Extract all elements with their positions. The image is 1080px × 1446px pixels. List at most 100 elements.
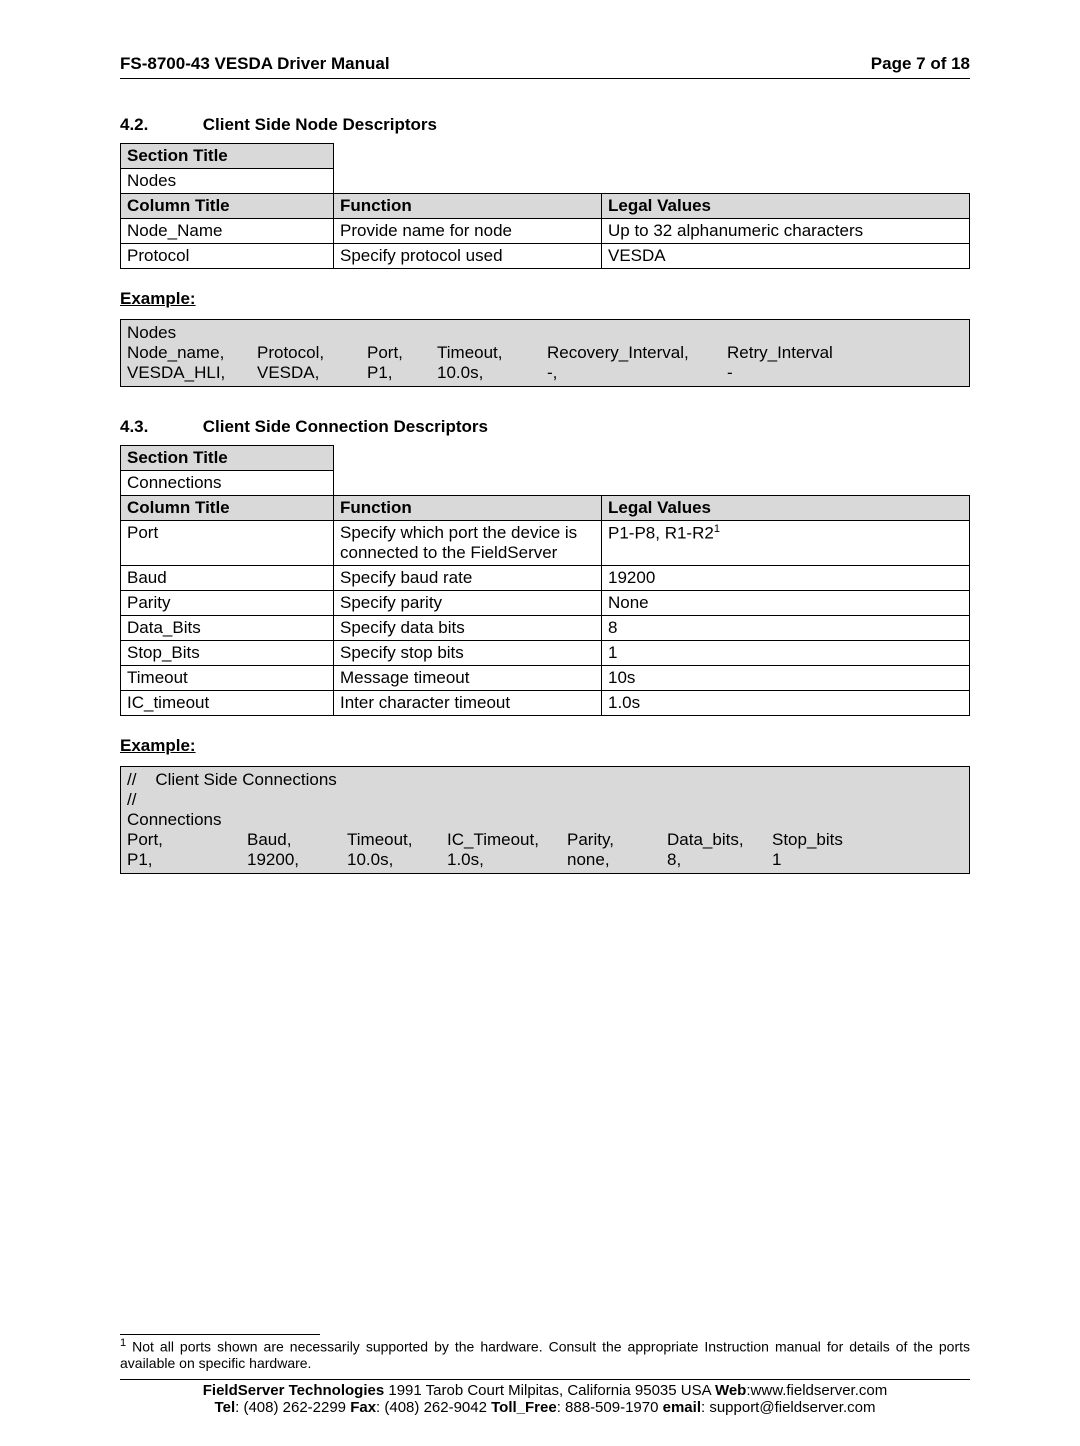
col-header-column: Column Title (121, 496, 334, 521)
example-col: Node_name, VESDA_HLI, (127, 343, 257, 383)
example-col: Protocol, VESDA, (257, 343, 367, 383)
example-label: Example: (120, 289, 970, 309)
footnote-text: Not all ports shown are necessarily supp… (120, 1339, 970, 1371)
cell-column: Stop_Bits (121, 641, 334, 666)
example-col: Retry_Interval - (727, 343, 847, 383)
example-pre: // Client Side Connections // Connection… (127, 770, 963, 830)
col-header-function: Function (334, 194, 602, 219)
cell-column: Timeout (121, 666, 334, 691)
example-col: Timeout, 10.0s, (347, 830, 447, 870)
table-row: Data_BitsSpecify data bits8 (121, 616, 970, 641)
footer-separator (120, 1379, 970, 1380)
example-columns: Node_name, VESDA_HLI,Protocol, VESDA,Por… (127, 343, 963, 383)
cell-column: Baud (121, 566, 334, 591)
blank-cell (334, 144, 970, 169)
example-columns: Port, P1,Baud, 19200,Timeout, 10.0s,IC_T… (127, 830, 963, 870)
cell-legal: 1.0s (602, 691, 970, 716)
section-4-2-heading: 4.2. Client Side Node Descriptors (120, 115, 970, 135)
table-row: Protocol Specify protocol used VESDA (121, 244, 970, 269)
footer-line-2: Tel: (408) 262-2299 Fax: (408) 262-9042 … (120, 1399, 970, 1416)
cell-function: Message timeout (334, 666, 602, 691)
cell-column: Data_Bits (121, 616, 334, 641)
table-row: Stop_BitsSpecify stop bits1 (121, 641, 970, 666)
header-right: Page 7 of 18 (871, 54, 970, 74)
table-row: ParitySpecify parityNone (121, 591, 970, 616)
page-header: FS-8700-43 VESDA Driver Manual Page 7 of… (120, 54, 970, 79)
cell-function: Provide name for node (334, 219, 602, 244)
footer-email-label: email (663, 1399, 701, 1416)
example-col: Port, P1, (367, 343, 437, 383)
cell-column: Node_Name (121, 219, 334, 244)
table-row: PortSpecify which port the device is con… (121, 521, 970, 566)
cell-legal: 1 (602, 641, 970, 666)
example-label: Example: (120, 736, 970, 756)
page-footer: FieldServer Technologies 1991 Tarob Cour… (120, 1382, 970, 1416)
section-title-value: Nodes (121, 169, 334, 194)
cell-legal: 8 (602, 616, 970, 641)
cell-legal: 19200 (602, 566, 970, 591)
footer-tollfree-label: Toll_Free (491, 1399, 557, 1416)
footer-fax: : (408) 262-9042 (376, 1399, 491, 1416)
cell-legal: P1-P8, R1-R21 (602, 521, 970, 566)
example-col: Recovery_Interval, -, (547, 343, 727, 383)
footnote: 1 Not all ports shown are necessarily su… (120, 1337, 970, 1371)
cell-column: Parity (121, 591, 334, 616)
cell-legal: None (602, 591, 970, 616)
table-row: TimeoutMessage timeout10s (121, 666, 970, 691)
section-number: 4.2. (120, 115, 198, 135)
blank-cell (334, 446, 970, 471)
cell-column: IC_timeout (121, 691, 334, 716)
footer-email: : support@fieldserver.com (701, 1399, 875, 1416)
cell-legal: 10s (602, 666, 970, 691)
col-header-legal: Legal Values (602, 194, 970, 219)
cell-legal: VESDA (602, 244, 970, 269)
cell-function: Specify protocol used (334, 244, 602, 269)
col-header-column: Column Title (121, 194, 334, 219)
footer-tel-label: Tel (215, 1399, 236, 1416)
cell-column: Port (121, 521, 334, 566)
example-col: Timeout, 10.0s, (437, 343, 547, 383)
cell-column: Protocol (121, 244, 334, 269)
footer-tollfree: : 888-509-1970 (557, 1399, 663, 1416)
table-row: BaudSpecify baud rate19200 (121, 566, 970, 591)
footnote-separator (120, 1334, 320, 1335)
cell-function: Specify which port the device is connect… (334, 521, 602, 566)
blank-cell (334, 169, 970, 194)
connection-descriptors-table: Section Title Connections Column Title F… (120, 445, 970, 716)
footer-tel: : (408) 262-2299 (235, 1399, 350, 1416)
cell-function: Specify baud rate (334, 566, 602, 591)
section-title: Client Side Node Descriptors (203, 115, 437, 134)
section-title: Client Side Connection Descriptors (203, 417, 488, 436)
connection-example-box: // Client Side Connections // Connection… (120, 766, 970, 874)
section-number: 4.3. (120, 417, 198, 437)
cell-legal: Up to 32 alphanumeric characters (602, 219, 970, 244)
col-header-function: Function (334, 496, 602, 521)
example-col: Port, P1, (127, 830, 247, 870)
cell-function: Inter character timeout (334, 691, 602, 716)
cell-function: Specify parity (334, 591, 602, 616)
footer-fax-label: Fax (350, 1399, 376, 1416)
example-col: Parity, none, (567, 830, 667, 870)
example-line: Nodes (127, 323, 963, 343)
footer-address: 1991 Tarob Court Milpitas, California 95… (384, 1382, 715, 1399)
section-title-header: Section Title (121, 446, 334, 471)
example-col: Data_bits, 8, (667, 830, 772, 870)
node-descriptors-table: Section Title Nodes Column Title Functio… (120, 143, 970, 269)
section-title-value: Connections (121, 471, 334, 496)
footer-web-label: Web (715, 1382, 746, 1399)
footer-web: :www.fieldserver.com (746, 1382, 887, 1399)
footer-company: FieldServer Technologies (203, 1382, 384, 1399)
example-col: Stop_bits 1 (772, 830, 862, 870)
table-row: IC_timeoutInter character timeout1.0s (121, 691, 970, 716)
example-col: Baud, 19200, (247, 830, 347, 870)
table-row: Node_Name Provide name for node Up to 32… (121, 219, 970, 244)
section-title-header: Section Title (121, 144, 334, 169)
node-example-box: Nodes Node_name, VESDA_HLI,Protocol, VES… (120, 319, 970, 387)
col-header-legal: Legal Values (602, 496, 970, 521)
example-col: IC_Timeout, 1.0s, (447, 830, 567, 870)
section-4-3-heading: 4.3. Client Side Connection Descriptors (120, 417, 970, 437)
cell-function: Specify stop bits (334, 641, 602, 666)
footer-line-1: FieldServer Technologies 1991 Tarob Cour… (120, 1382, 970, 1399)
cell-function: Specify data bits (334, 616, 602, 641)
blank-cell (334, 471, 970, 496)
